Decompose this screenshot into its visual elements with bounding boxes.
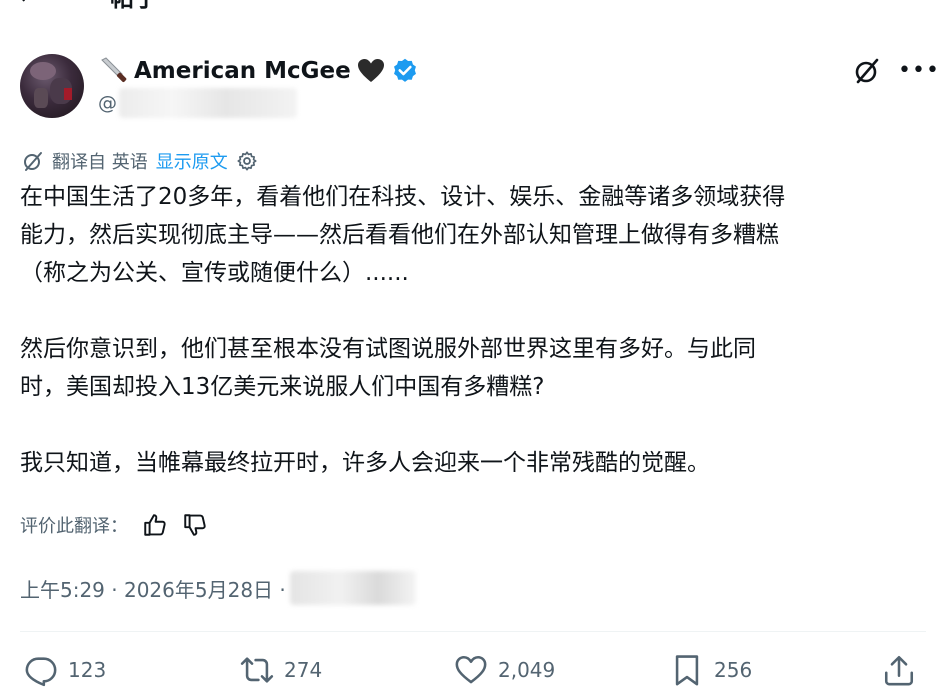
author-handle-row: @ — [98, 88, 297, 118]
tweet-line: 在中国生活了20多年，看着他们在科技、设计、娱乐、金融等诸多领域获得 — [20, 184, 786, 210]
reply-button[interactable]: 123 — [24, 648, 106, 692]
grok-icon[interactable] — [852, 56, 882, 86]
top-header: ← 帖子 — [0, 0, 944, 12]
avatar[interactable] — [20, 54, 84, 118]
translation-meta: 翻译自 英语 显示原文 — [22, 148, 258, 174]
tweet-detail-page: ← 帖子 American McGee @ ••• 翻译自 英语 显 — [0, 0, 944, 698]
bookmark-icon — [675, 655, 699, 686]
tweet-line: 然后你意识到，他们甚至根本没有试图说服外部世界这里有多好。与此同 — [20, 336, 756, 362]
like-count: 2,049 — [498, 658, 556, 682]
rate-translation-row: 评价此翻译： — [20, 508, 208, 542]
black-heart-icon — [357, 59, 384, 82]
gear-icon[interactable] — [236, 150, 258, 172]
repost-button[interactable]: 274 — [240, 648, 322, 692]
action-bar: 123 274 2,049 256 — [20, 648, 926, 692]
tweet-line: 我只知道，当帷幕最终拉开时，许多人会迎来一个非常残酷的觉醒。 — [20, 450, 710, 476]
like-button[interactable]: 2,049 — [454, 648, 555, 692]
thumbs-up-icon[interactable] — [142, 512, 168, 538]
bookmark-count: 256 — [714, 658, 753, 682]
share-icon — [884, 655, 914, 686]
translated-from-label: 翻译自 英语 — [52, 152, 148, 173]
reply-icon — [25, 657, 57, 687]
share-button[interactable] — [882, 648, 916, 692]
author-handle[interactable]: @ — [98, 92, 117, 114]
back-arrow-icon[interactable]: ← — [18, 0, 38, 10]
reply-count: 123 — [68, 658, 107, 682]
tweet-timestamp-row: 上午5:29 · 2026年5月28日 · — [20, 571, 416, 605]
tweet-line: （称之为公关、宣传或随便什么）...... — [20, 260, 409, 286]
show-original-link[interactable]: 显示原文 — [156, 148, 228, 174]
redacted-views — [289, 571, 416, 605]
bookmark-button[interactable]: 256 — [670, 648, 752, 692]
more-icon[interactable]: ••• — [898, 58, 940, 83]
rate-translation-label: 评价此翻译： — [20, 516, 128, 537]
tweet-text: 在中国生活了20多年，看着他们在科技、设计、娱乐、金融等诸多领域获得 能力，然后… — [20, 178, 932, 482]
grok-translate-icon — [24, 152, 42, 171]
redacted-handle — [119, 88, 297, 118]
author-name-row: American McGee — [98, 54, 419, 88]
repost-count: 274 — [284, 658, 323, 682]
repost-icon — [240, 657, 274, 683]
tweet-timestamp[interactable]: 上午5:29 · 2026年5月28日 · — [20, 574, 286, 603]
author-display-name[interactable]: American McGee — [134, 58, 351, 84]
tweet-line: 时，美国却投入13亿美元来说服人们中国有多糟糕? — [20, 374, 545, 400]
tweet-line: 能力，然后实现彻底主导——然后看看他们在外部认知管理上做得有多糟糕 — [20, 222, 779, 248]
knife-icon — [101, 57, 127, 83]
verified-badge-icon — [393, 58, 416, 82]
like-icon — [455, 655, 487, 684]
divider — [20, 631, 926, 632]
page-title: 帖子 — [110, 0, 158, 13]
thumbs-down-icon[interactable] — [182, 512, 208, 538]
